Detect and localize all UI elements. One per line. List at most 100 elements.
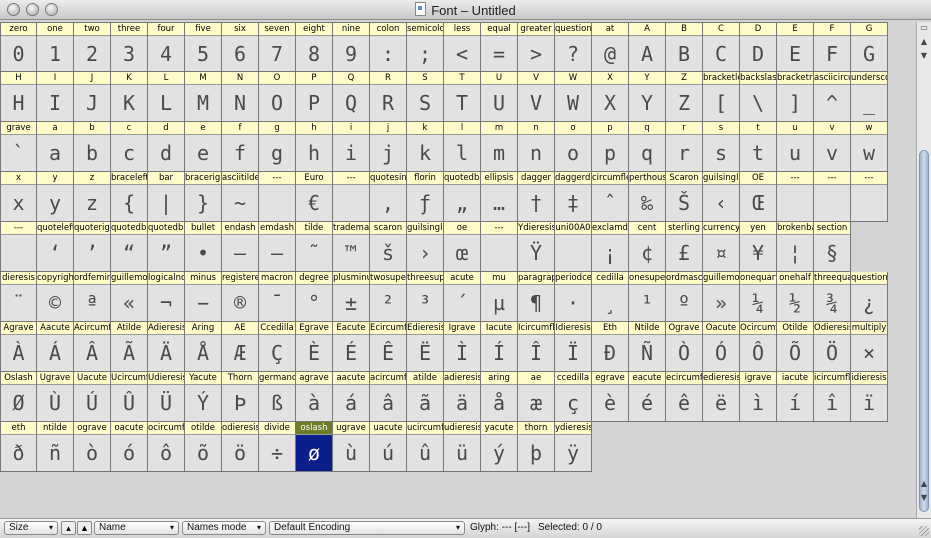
glyph-cell[interactable]: edieresis ë [703, 372, 740, 422]
glyph-cell[interactable]: grave ` [0, 122, 37, 172]
glyph-cell[interactable]: yen ¥ [740, 222, 777, 272]
glyph-cell[interactable]: Agrave À [0, 322, 37, 372]
glyph-cell[interactable]: AA [629, 22, 666, 72]
glyph-cell[interactable]: logicalnot¬ [148, 272, 185, 322]
glyph-cell[interactable]: eth ð [0, 422, 37, 472]
glyph-cell[interactable]: endash – [222, 222, 259, 272]
glyph-cell[interactable]: Thorn Þ [222, 372, 259, 422]
glyph-cell[interactable]: cedilla ¸ [592, 272, 629, 322]
glyph-cell[interactable]: onehalf ½ [777, 272, 814, 322]
glyph-cell[interactable]: guillemotleft« [111, 272, 148, 322]
glyph-cell[interactable]: ellipsis… [481, 172, 518, 222]
glyph-cell[interactable]: tilde ˜ [296, 222, 333, 272]
glyph-cell[interactable]: IcircumflexÎ [518, 322, 555, 372]
glyph-cell[interactable]: RR [370, 72, 407, 122]
glyph-cell[interactable]: zz [74, 172, 111, 222]
glyph-cell[interactable]: ntilde ñ [37, 422, 74, 472]
glyph-cell[interactable]: LL [148, 72, 185, 122]
glyph-cell[interactable]: Ograve Ò [666, 322, 703, 372]
glyph-cell[interactable]: PP [296, 72, 333, 122]
glyph-cell[interactable]: GG [851, 22, 888, 72]
glyph-cell[interactable]: ZZ [666, 72, 703, 122]
glyph-cell[interactable]: atilde ã [407, 372, 444, 422]
glyph-cell[interactable]: VV [518, 72, 555, 122]
name-select[interactable]: Name ▾ [94, 521, 179, 535]
glyph-cell[interactable]: AE Æ [222, 322, 259, 372]
glyph-cell[interactable]: onesuperior¹ [629, 272, 666, 322]
resize-grip-icon[interactable] [919, 526, 929, 536]
glyph-cell[interactable]: Odieresis Ö [814, 322, 851, 372]
glyph-cell[interactable]: exclamdown¡ [592, 222, 629, 272]
glyph-cell[interactable]: oacute ó [111, 422, 148, 472]
glyph-cell[interactable]: Ugrave Ù [37, 372, 74, 422]
glyph-cell[interactable]: agrave à [296, 372, 333, 422]
glyph-cell[interactable]: bar | [148, 172, 185, 222]
glyph-cell[interactable]: hh [296, 122, 333, 172]
glyph-cell[interactable]: JJ [74, 72, 111, 122]
glyph-cell[interactable]: --- [0, 222, 37, 272]
glyph-cell[interactable]: plusminus± [333, 272, 370, 322]
scroll-up-bottom-icon[interactable]: ▲ [917, 478, 931, 490]
glyph-cell[interactable]: Egrave È [296, 322, 333, 372]
glyph-cell[interactable]: Edieresis Ë [407, 322, 444, 372]
glyph-cell[interactable]: xx [0, 172, 37, 222]
glyph-cell[interactable]: quoteleft ‘ [37, 222, 74, 272]
glyph-cell[interactable]: emdash — [259, 222, 296, 272]
glyph-cell[interactable]: udieresis ü [444, 422, 481, 472]
glyph-cell[interactable]: semicolon; [407, 22, 444, 72]
glyph-cell[interactable]: backslash\ [740, 72, 777, 122]
glyph-cell[interactable]: HH [0, 72, 37, 122]
glyph-cell[interactable]: Scaron Š [666, 172, 703, 222]
glyph-cell[interactable]: Eacute É [333, 322, 370, 372]
glyph-cell[interactable]: odieresis ö [222, 422, 259, 472]
glyph-cell[interactable]: dd [148, 122, 185, 172]
glyph-cell[interactable]: SS [407, 72, 444, 122]
glyph-cell[interactable]: dieresis ¨ [0, 272, 37, 322]
glyph-cell[interactable]: braceleft{ [111, 172, 148, 222]
glyph-cell[interactable]: ae æ [518, 372, 555, 422]
glyph-cell[interactable]: vv [814, 122, 851, 172]
glyph-cell[interactable]: qq [629, 122, 666, 172]
glyph-cell[interactable]: copyright© [37, 272, 74, 322]
glyph-cell[interactable]: Eth Ð [592, 322, 629, 372]
glyph-cell[interactable]: daggerdbl‡ [555, 172, 592, 222]
glyph-cell[interactable]: mm [481, 122, 518, 172]
glyph-cell[interactable]: sterling £ [666, 222, 703, 272]
glyph-cell[interactable]: WW [555, 72, 592, 122]
glyph-cell[interactable]: quotedblright” [148, 222, 185, 272]
glyph-cell[interactable]: threequarters¾ [814, 272, 851, 322]
glyph-cell[interactable]: gg [259, 122, 296, 172]
glyph-cell[interactable]: underscore_ [851, 72, 888, 122]
glyph-cell[interactable]: NN [222, 72, 259, 122]
glyph-cell[interactable]: --- [851, 172, 888, 222]
glyph-cell[interactable]: YY [629, 72, 666, 122]
glyph-cell[interactable]: uni00A0 [555, 222, 592, 272]
glyph-cell[interactable]: seven 7 [259, 22, 296, 72]
glyph-cell[interactable]: BB [666, 22, 703, 72]
glyph-cell[interactable]: ii [333, 122, 370, 172]
glyph-cell[interactable]: AcircumflexÂ [74, 322, 111, 372]
glyph-cell[interactable]: paragraph¶ [518, 272, 555, 322]
glyph-cell[interactable]: egrave è [592, 372, 629, 422]
glyph-cell[interactable]: equal = [481, 22, 518, 72]
glyph-cell[interactable]: Ntilde Ñ [629, 322, 666, 372]
glyph-cell[interactable]: --- [777, 172, 814, 222]
glyph-cell[interactable]: EE [777, 22, 814, 72]
glyph-cell[interactable]: question? [555, 22, 592, 72]
glyph-cell[interactable]: brokenbar¦ [777, 222, 814, 272]
vertical-scrollbar[interactable]: ▭ ▲ ▼ ▲ ▼ [916, 22, 931, 518]
glyph-cell[interactable]: DD [740, 22, 777, 72]
glyph-cell[interactable]: MM [185, 72, 222, 122]
glyph-cell[interactable]: OE Œ [740, 172, 777, 222]
glyph-cell[interactable]: adieresis ä [444, 372, 481, 422]
glyph-cell[interactable]: oo [555, 122, 592, 172]
glyph-cell[interactable]: circumflexˆ [592, 172, 629, 222]
glyph-cell[interactable]: II [37, 72, 74, 122]
glyph-cell[interactable]: yacute ý [481, 422, 518, 472]
glyph-cell[interactable]: TT [444, 72, 481, 122]
glyph-cell[interactable]: onequarter¼ [740, 272, 777, 322]
glyph-cell[interactable]: OO [259, 72, 296, 122]
glyph-cell[interactable]: Atilde Ã [111, 322, 148, 372]
glyph-cell[interactable]: ordmasculineº [666, 272, 703, 322]
glyph-cell[interactable]: iacute í [777, 372, 814, 422]
